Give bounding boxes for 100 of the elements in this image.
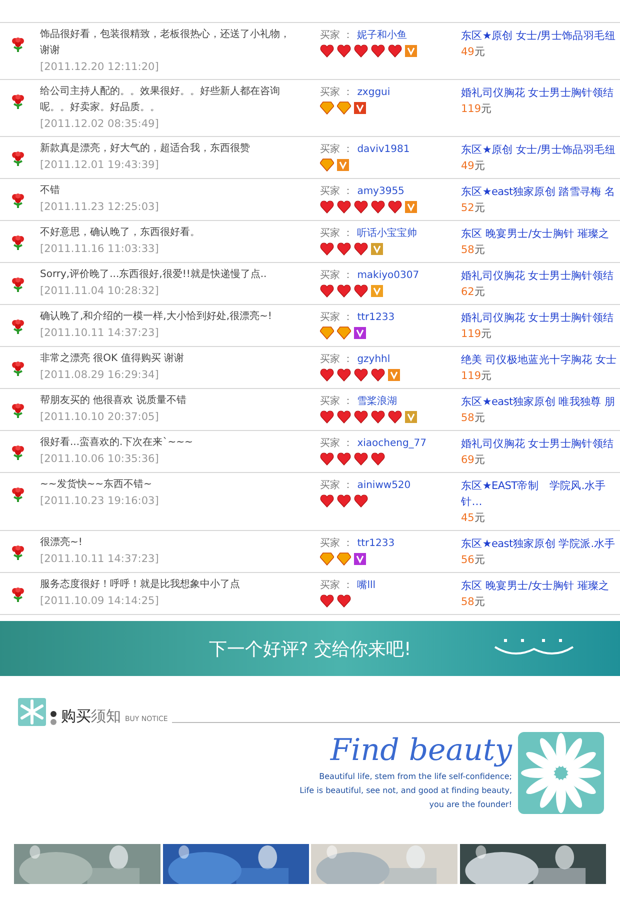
flower-icon — [10, 37, 26, 53]
product-price: 52 — [461, 202, 474, 214]
price-unit: 元 — [474, 454, 486, 466]
review-comment: 饰品很好看，包装很精致，老板很热心，还送了小礼物，谢谢 — [40, 28, 291, 58]
product-price: 119 — [461, 103, 482, 115]
product-price: 119 — [461, 370, 482, 382]
review-comment: 不错 — [40, 184, 61, 198]
product-link[interactable]: 婚礼司仪胸花 女士男士胸针领结 — [461, 310, 620, 326]
product-price: 58 — [461, 244, 474, 256]
review-comment: 确认晚了,和介绍的一模一样,大小恰到好处,很漂亮~! — [40, 310, 273, 324]
buyer-label: 买家 ： — [320, 270, 354, 281]
buyer-link[interactable]: xiaocheng_77 — [357, 438, 427, 449]
review-comment: 很漂亮~! — [40, 536, 84, 550]
product-link[interactable]: 东区★EAST帝制 学院风.水手 — [461, 478, 620, 494]
flower-icon — [10, 587, 26, 603]
flower-icon — [10, 403, 26, 419]
review-time: [2011.10.09 14:14:25] — [40, 594, 160, 609]
product-link[interactable]: 东区★原创 女士/男士饰品羽毛纽 — [461, 28, 620, 44]
flower-logo-icon — [518, 732, 604, 814]
flower-icon — [10, 151, 26, 167]
buyer-link[interactable]: ainiww520 — [357, 480, 411, 491]
product-price: 62 — [461, 286, 474, 298]
review-time: [2011.12.01 19:43:39] — [40, 158, 160, 173]
review-comment: ~~发货快~~东西不错~ — [40, 478, 153, 492]
buyer-label: 买家 ： — [320, 396, 354, 407]
product-price: 58 — [461, 412, 474, 424]
buyer-label: 买家 ： — [320, 186, 354, 197]
price-unit: 元 — [474, 286, 486, 298]
buyer-label: 买家 ： — [320, 580, 354, 591]
buyer-link[interactable]: daviv1981 — [357, 144, 410, 155]
price-unit: 元 — [474, 160, 486, 172]
product-price: 49 — [461, 46, 474, 58]
buyer-label: 买家 ： — [320, 538, 354, 549]
slogan-line: you are the founder! — [429, 799, 512, 811]
review-comment: 不好意思，确认晚了，东西很好看。 — [40, 226, 201, 240]
price-unit: 元 — [474, 202, 486, 214]
price-unit: 元 — [474, 512, 486, 524]
price-unit: 元 — [474, 412, 486, 424]
buyer-label: 买家 ： — [320, 438, 354, 449]
price-unit: 元 — [481, 103, 492, 115]
buyer-link[interactable]: zxggui — [357, 87, 390, 98]
product-link[interactable]: 东区★原创 女士/男士饰品羽毛纽 — [461, 142, 620, 158]
flower-icon — [10, 319, 26, 335]
buyer-link[interactable]: gzyhhl — [357, 354, 390, 365]
review-time: [2011.10.10 20:37:05] — [40, 410, 160, 425]
product-price: 56 — [461, 554, 474, 566]
buyer-link[interactable]: 嘴lll — [357, 580, 376, 591]
buyer-link[interactable]: amy3955 — [357, 186, 404, 197]
buyer-label: 买家 ： — [320, 312, 354, 323]
review-time: [2011.11.04 10:28:32] — [40, 284, 160, 299]
flower-icon — [10, 94, 26, 110]
review-comment: 很好看...蛮喜欢的.下次在来`~~~ — [40, 436, 194, 450]
product-link[interactable]: 东区 晚宴男士/女士胸针 璀璨之 — [461, 226, 620, 242]
buyer-label: 买家 ： — [320, 480, 354, 491]
buyer-link[interactable]: makiyo0307 — [357, 270, 420, 281]
review-time: [2011.10.23 19:16:03] — [40, 494, 160, 509]
buyer-link[interactable]: ttr1233 — [357, 538, 395, 549]
slogan-line: Life is beautiful, see not, and good at finding beauty, — [300, 785, 512, 797]
review-time: [2011.10.06 10:35:36] — [40, 452, 160, 467]
banner-text: 下一个好评? 交给你来吧! — [208, 638, 412, 660]
review-time: [2011.08.29 16:29:34] — [40, 368, 160, 383]
price-unit: 元 — [474, 244, 486, 256]
product-link[interactable]: 东区 晚宴男士/女士胸针 璀璨之 — [461, 578, 620, 594]
slogan-line: Beautiful life, stem from the life self-confidence; — [319, 771, 512, 783]
product-link[interactable]: 东区★east独家原创 踏雪寻梅 名 — [461, 184, 620, 200]
price-unit: 元 — [474, 596, 486, 608]
product-price: 58 — [461, 596, 474, 608]
buyer-label: 买家 ： — [320, 144, 354, 155]
price-unit: 元 — [481, 370, 492, 382]
review-time: [2011.10.11 14:37:23] — [40, 552, 160, 567]
buyer-label: 买家 ： — [320, 354, 354, 365]
review-comment: 新款真是漂亮，好大气的，超适合我，东西很赞 — [40, 142, 251, 156]
review-time: [2011.11.23 12:25:03] — [40, 200, 160, 215]
review-time: [2011.12.20 12:11:20] — [40, 60, 160, 75]
product-link[interactable]: 东区★east独家原创 学院派.水手 — [461, 536, 620, 552]
flower-icon — [10, 361, 26, 377]
product-link[interactable]: 东区★east独家原创 唯我独尊 朋 — [461, 394, 620, 410]
review-comment: 服务态度很好！呼呼！就是比我想象中小了点 — [40, 578, 241, 592]
product-link[interactable]: 婚礼司仪胸花 女士男士胸针领结 — [461, 85, 620, 101]
buyer-link[interactable]: 听话小宝宝帅 — [357, 228, 418, 239]
product-price: 49 — [461, 160, 474, 172]
product-link[interactable]: 婚礼司仪胸花 女士男士胸针领结 — [461, 268, 620, 284]
buyer-link[interactable]: ttr1233 — [357, 312, 395, 323]
price-unit: 元 — [474, 554, 486, 566]
slogan-headline: Find beauty — [330, 732, 512, 770]
buyer-link[interactable]: 妮子和小鱼 — [357, 30, 408, 41]
price-unit: 元 — [481, 328, 492, 340]
flower-icon — [10, 235, 26, 251]
product-link[interactable]: 针… — [461, 494, 620, 510]
notice-title: 购买须知 — [61, 707, 121, 726]
flower-icon — [10, 193, 26, 209]
review-time: [2011.11.16 11:03:33] — [40, 242, 160, 257]
buyer-link[interactable]: 雪桨浪湖 — [357, 396, 398, 407]
product-link[interactable]: 婚礼司仪胸花 女士男士胸针领结 — [461, 436, 620, 452]
buyer-label: 买家 ： — [320, 87, 354, 98]
product-price: 69 — [461, 454, 474, 466]
product-link[interactable]: 绝美 司仪极地蓝光十字胸花 女士 — [461, 352, 620, 368]
product-price: 119 — [461, 328, 482, 340]
review-comment: 非常之漂亮 很OK 值得购买 谢谢 — [40, 352, 185, 366]
product-price: 45 — [461, 512, 474, 524]
